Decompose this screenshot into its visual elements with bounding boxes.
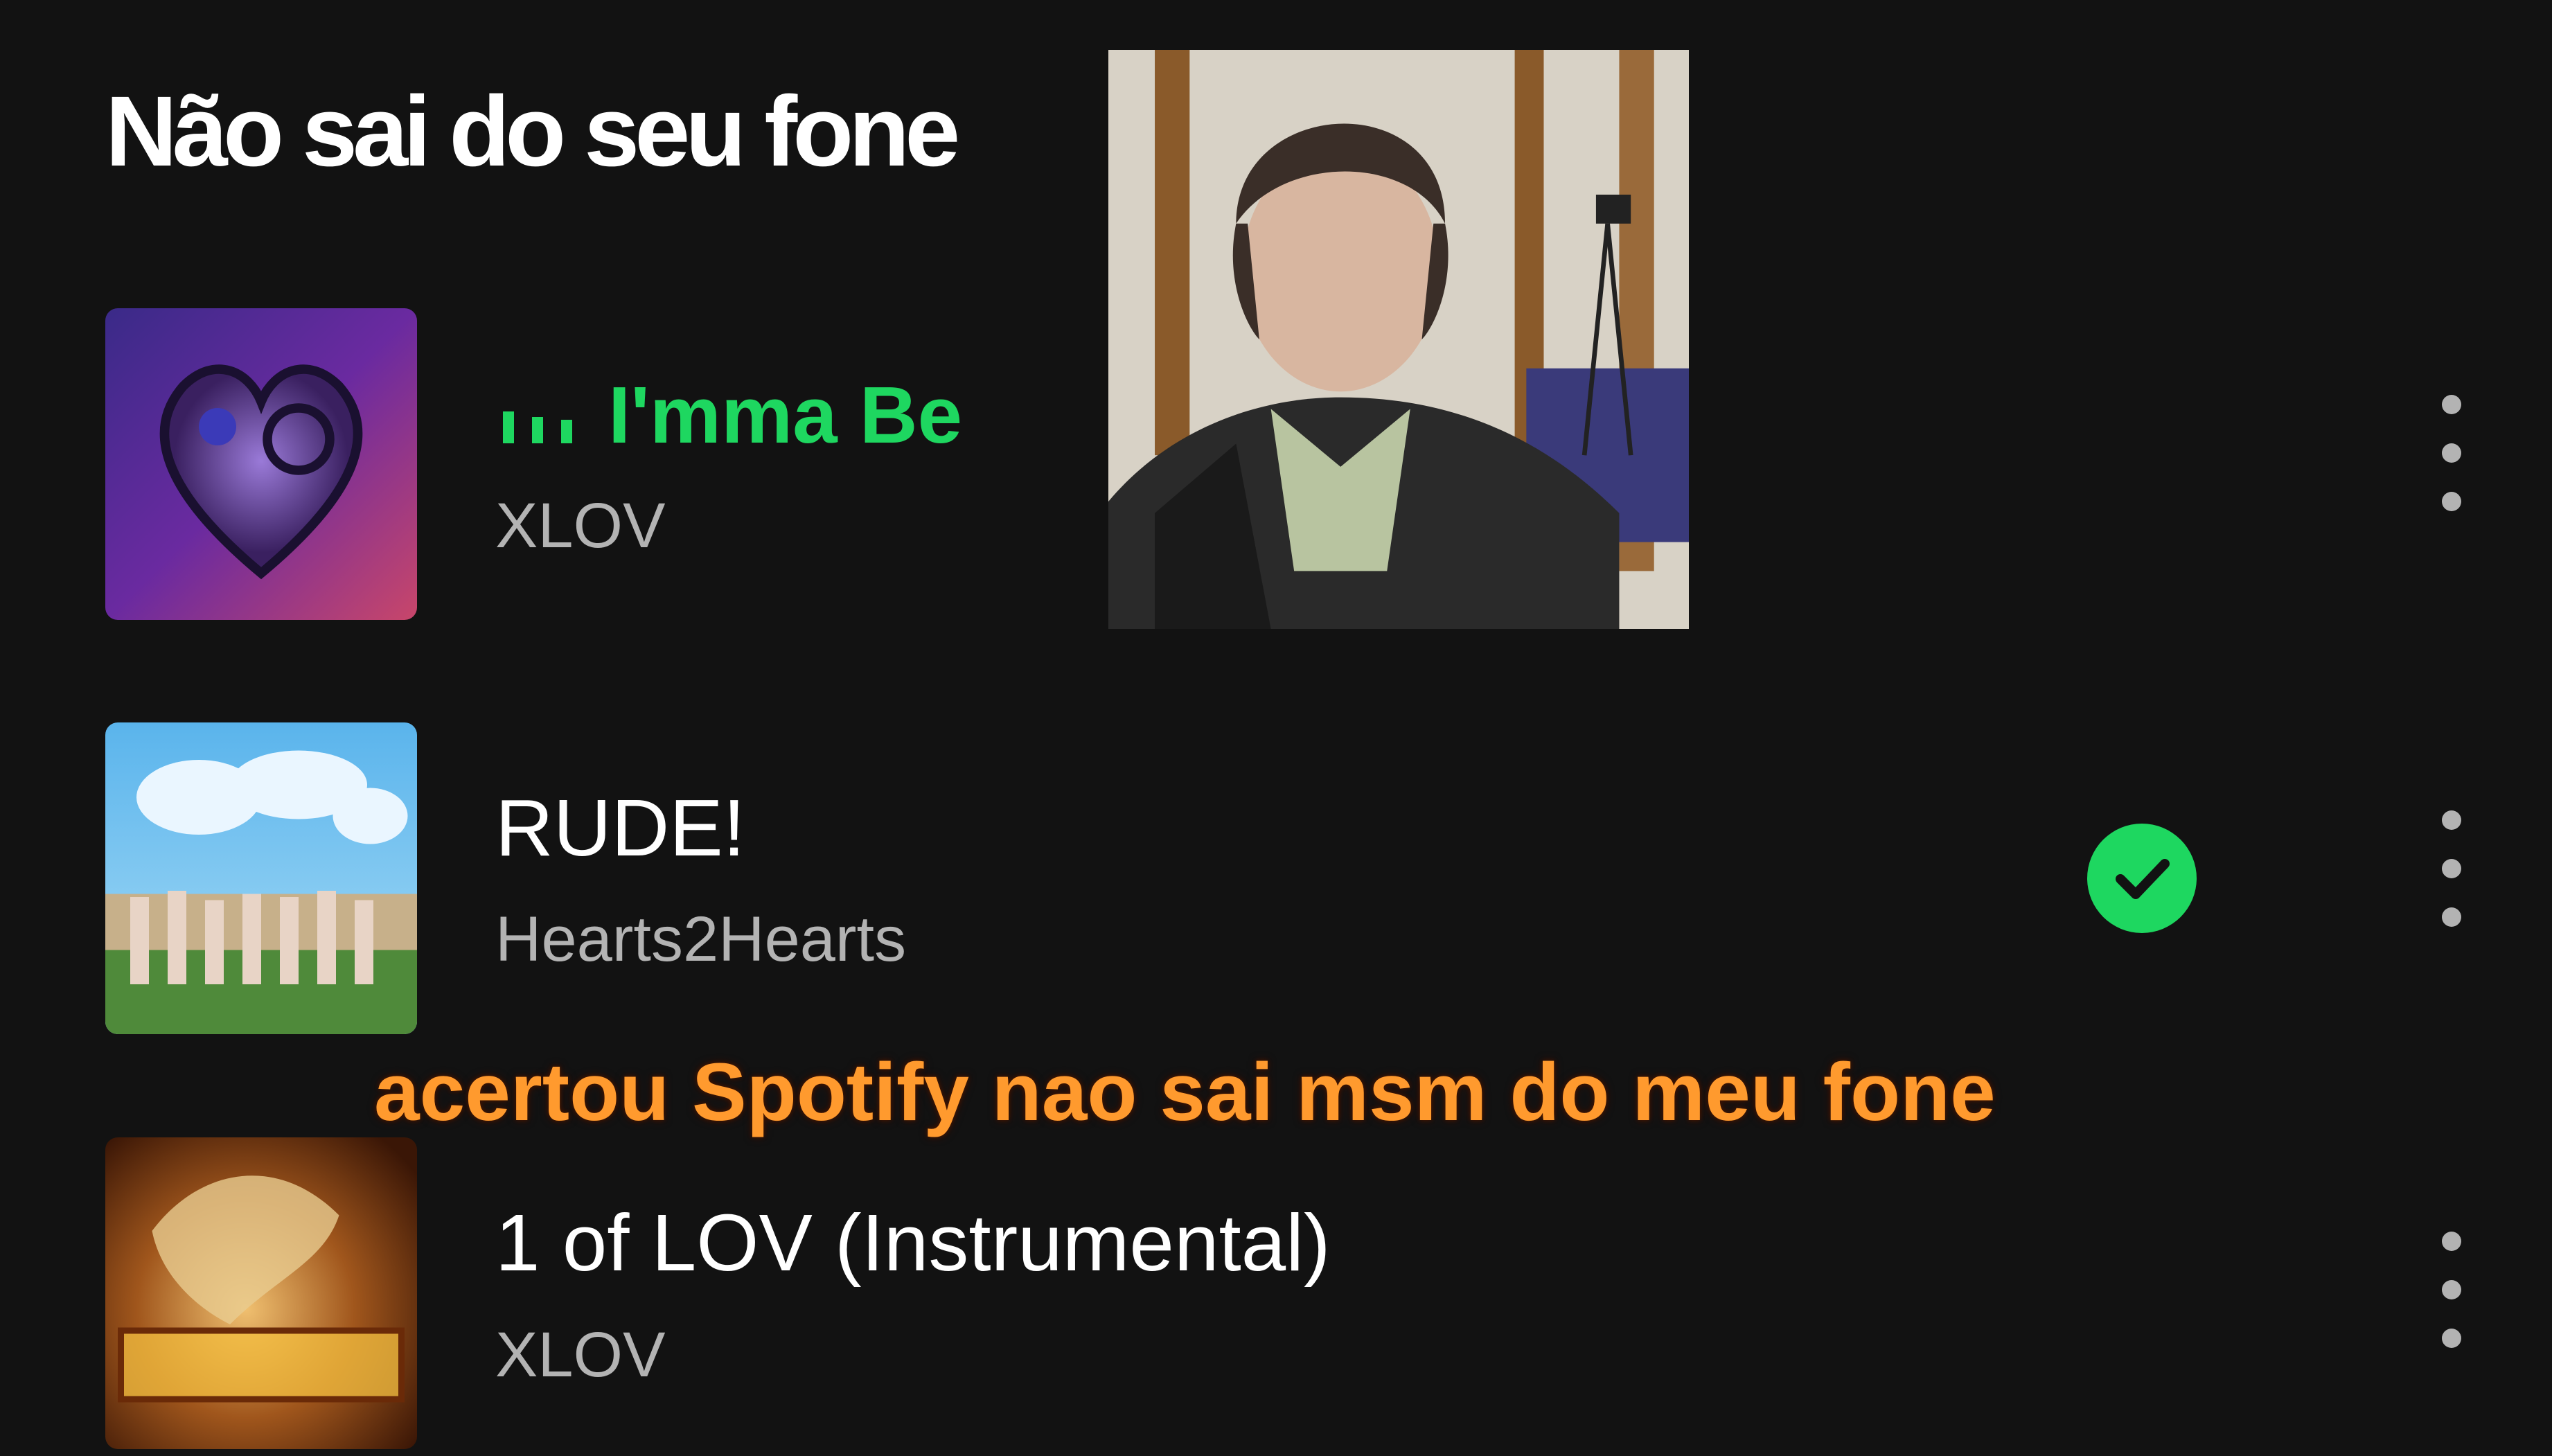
track-title: 1 of LOV (Instrumental)	[495, 1198, 1331, 1288]
more-options-button[interactable]	[2431, 395, 2473, 526]
album-cover	[105, 1137, 417, 1449]
track-row[interactable]: RUDE! Hearts2Hearts	[0, 722, 2552, 1041]
section-title: Não sai do seu fone	[105, 76, 960, 187]
equalizer-icon	[503, 411, 572, 443]
track-title: RUDE!	[495, 783, 745, 873]
more-vert-icon	[2442, 395, 2461, 414]
more-vert-icon	[2442, 810, 2461, 830]
more-options-button[interactable]	[2431, 1232, 2473, 1363]
check-circle-icon[interactable]	[2087, 824, 2197, 933]
album-cover	[105, 308, 417, 620]
track-title: I'mma Be	[608, 370, 963, 460]
track-artist: XLOV	[495, 490, 666, 561]
track-artist: Hearts2Hearts	[495, 904, 907, 975]
overlay-photo	[1108, 50, 1689, 629]
more-vert-icon	[2442, 1232, 2461, 1251]
track-row[interactable]: 1 of LOV (Instrumental) XLOV	[0, 1137, 2552, 1456]
more-options-button[interactable]	[2431, 810, 2473, 942]
caption-text: acertou Spotify nao sai msm do meu fone	[374, 1047, 1996, 1138]
album-cover	[105, 722, 417, 1034]
track-artist: XLOV	[495, 1320, 666, 1390]
